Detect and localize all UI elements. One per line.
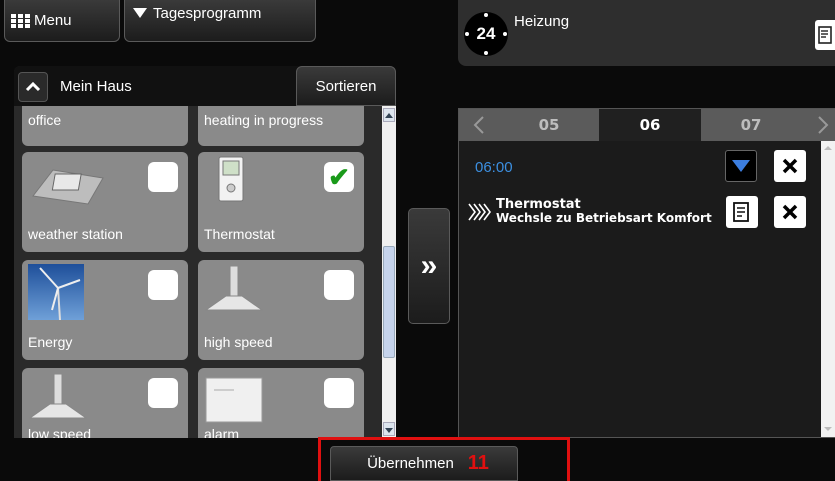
heizung-label: Heizung: [514, 13, 570, 30]
triangle-down-icon: [732, 160, 750, 172]
tile-label: office: [28, 112, 62, 128]
thermostat-icon: [218, 156, 244, 202]
select-checkbox[interactable]: [324, 270, 354, 300]
edit-note-button[interactable]: [815, 20, 835, 50]
change-count: 11: [467, 452, 489, 474]
select-checkbox[interactable]: [148, 378, 178, 408]
thermostat-entry-icon: [467, 201, 493, 228]
heizung-header: [458, 0, 835, 66]
tile-thermostat[interactable]: ✔ Thermostat: [198, 152, 364, 252]
double-chevron-right-icon: »: [420, 249, 438, 282]
edit-note-icon: [733, 202, 749, 222]
sort-label: Sortieren: [315, 77, 377, 95]
tiles-scrollbar[interactable]: [382, 106, 396, 438]
tab-day-06[interactable]: 06: [599, 109, 701, 141]
program-dropdown[interactable]: Tagesprogramm: [124, 0, 316, 42]
tab-label: 06: [639, 116, 661, 134]
tile-alarm[interactable]: alarm: [198, 368, 364, 438]
schedule-time: 06:00: [475, 159, 513, 176]
prev-day-button[interactable]: [459, 109, 499, 141]
tile-label: Energy: [28, 334, 73, 350]
tab-day-07[interactable]: 07: [701, 109, 801, 141]
tab-day-05[interactable]: 05: [499, 109, 599, 141]
scroll-down-arrow[interactable]: [383, 422, 395, 436]
tile-label: heating in progress: [204, 112, 324, 128]
apply-label: Übernehmen: [367, 455, 454, 472]
menu-label: Menu: [34, 12, 72, 29]
tile-low-speed[interactable]: low speed: [22, 368, 188, 438]
edit-entry-button[interactable]: [726, 196, 758, 228]
tile-label: Thermostat: [204, 226, 275, 242]
triangle-down-icon: [133, 5, 147, 22]
collapse-button[interactable]: [18, 72, 48, 102]
delete-entry-button[interactable]: [774, 196, 806, 228]
schedule-scrollbar[interactable]: [821, 141, 835, 437]
tile-weather-station[interactable]: weather station: [22, 152, 188, 252]
sort-button[interactable]: Sortieren: [296, 66, 396, 106]
select-checkbox[interactable]: [148, 270, 178, 300]
select-checkbox[interactable]: [148, 162, 178, 192]
close-icon: [782, 204, 798, 220]
clock-badge-number: 24: [476, 24, 496, 43]
entry-title: Thermostat: [496, 197, 581, 212]
chevron-right-icon: [818, 116, 829, 134]
wind-turbine-icon: [28, 264, 84, 321]
transfer-button[interactable]: »: [408, 208, 450, 324]
menu-button[interactable]: Menu: [4, 0, 120, 42]
apply-button[interactable]: Übernehmen 11: [330, 446, 518, 481]
alarm-panel-icon: [205, 377, 263, 423]
grid-icon: [11, 13, 31, 28]
tile-label: alarm: [204, 426, 240, 438]
scroll-up-arrow[interactable]: [383, 108, 395, 122]
next-day-button[interactable]: [811, 109, 835, 141]
tile-office[interactable]: office: [22, 106, 188, 146]
expand-button[interactable]: [725, 150, 757, 182]
select-checkbox-checked[interactable]: ✔: [324, 162, 354, 192]
tile-heating-progress[interactable]: heating in progress: [198, 106, 364, 146]
chevron-up-icon: [25, 81, 41, 92]
house-panel-title: Mein Haus: [60, 78, 132, 95]
extractor-hood-icon: [28, 374, 88, 419]
tile-label: low speed: [28, 426, 92, 438]
scroll-down-arrow: [824, 427, 832, 431]
weather-station-icon: [32, 169, 104, 205]
tile-energy[interactable]: Energy: [22, 260, 188, 360]
program-label: Tagesprogramm: [153, 5, 262, 22]
delete-time-button[interactable]: [774, 150, 806, 182]
tile-high-speed[interactable]: high speed: [198, 260, 364, 360]
tab-label: 05: [538, 116, 560, 134]
day-tabs: 05 06 07: [459, 109, 835, 141]
tile-label: weather station: [28, 226, 123, 242]
chevron-left-icon: [473, 116, 484, 134]
scroll-up-arrow: [824, 146, 832, 150]
close-icon: [782, 158, 798, 174]
select-checkbox[interactable]: [324, 378, 354, 408]
extractor-hood-icon: [204, 266, 264, 311]
edit-note-icon: [818, 26, 832, 44]
tiles-viewport: office heating in progress weather stati…: [14, 106, 382, 438]
tab-label: 07: [740, 116, 762, 134]
tile-label: high speed: [204, 334, 273, 350]
entry-subtitle: Wechsle zu Betriebsart Komfort: [496, 211, 712, 225]
clock-24-icon: 24: [464, 12, 508, 56]
scroll-thumb[interactable]: [383, 246, 395, 358]
check-icon: ✔: [328, 161, 350, 192]
